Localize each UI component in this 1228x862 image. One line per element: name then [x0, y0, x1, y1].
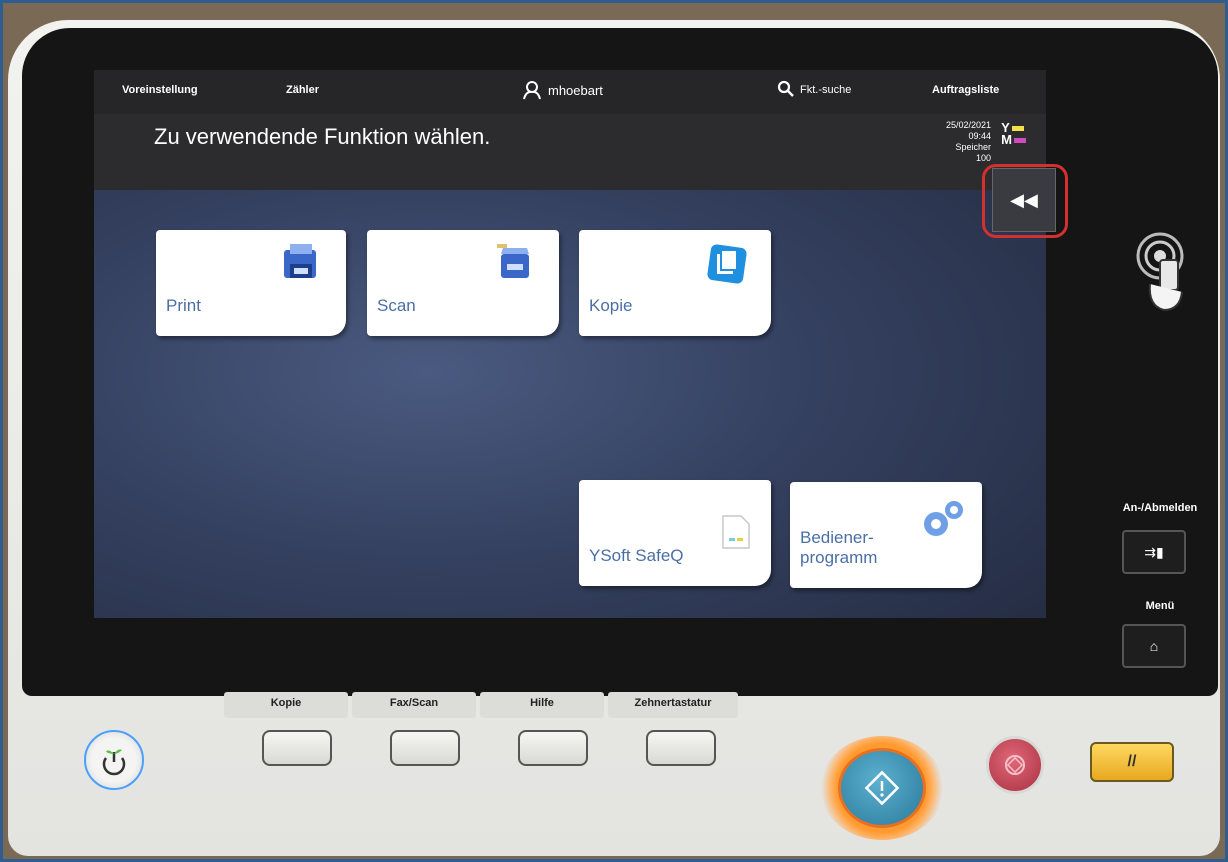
help-hw-label: Hilfe [480, 692, 604, 718]
admin-line2: programm [800, 548, 878, 567]
faxscan-hw-label: Fax/Scan [352, 692, 476, 718]
keypad-hw-button[interactable] [646, 730, 716, 766]
page-title: Zu verwendende Funktion wählen. [154, 124, 491, 149]
gear-icon [916, 496, 968, 549]
copy-hw-label: Kopie [224, 692, 348, 718]
document-icon [719, 514, 753, 555]
reset-button[interactable]: // [1090, 742, 1174, 782]
menu-button[interactable]: ⌂ [1122, 624, 1186, 668]
time-text: 09:44 [968, 131, 991, 141]
function-search-button[interactable]: Fkt.-suche [800, 84, 851, 96]
login-logout-button[interactable]: ⇉▮ [1122, 530, 1186, 574]
status-info: 25/02/2021 09:44 Speicher 100 [946, 120, 991, 164]
scan-label: Scan [377, 296, 416, 315]
printer-icon [280, 242, 324, 291]
print-tile[interactable]: Print [156, 230, 346, 336]
nfc-reader-icon [1130, 230, 1194, 319]
toner-m-label: M [1001, 132, 1012, 147]
menu-label: Menü [1145, 600, 1175, 612]
reset-icon: // [1127, 753, 1137, 770]
counter-button[interactable]: Zähler [286, 84, 319, 96]
admin-program-label: Bediener- programm [800, 528, 877, 568]
print-label: Print [166, 296, 201, 315]
scanner-icon [493, 242, 537, 291]
start-button[interactable] [838, 748, 926, 828]
job-list-button[interactable]: Auftragsliste [932, 84, 999, 96]
start-icon [864, 770, 900, 806]
login-icon: ⇉▮ [1144, 544, 1164, 560]
memory-label: Speicher [955, 142, 991, 152]
home-icon: ⌂ [1149, 638, 1159, 654]
power-button[interactable] [84, 730, 144, 790]
scan-tile[interactable]: Scan [367, 230, 559, 336]
date-text: 25/02/2021 [945, 120, 991, 130]
memory-value: 100 [975, 153, 991, 163]
stop-icon [1005, 755, 1025, 775]
login-logout-label: An-/Abmelden [1122, 502, 1198, 514]
copy-tile[interactable]: Kopie [579, 230, 771, 336]
copy-icon [705, 242, 749, 291]
admin-line1: Bediener- [800, 528, 874, 547]
admin-program-tile[interactable]: Bediener- programm [790, 482, 982, 588]
faxscan-hw-button[interactable] [390, 730, 460, 766]
preset-button[interactable]: Voreinstellung [122, 84, 198, 96]
user-name[interactable]: mhoebart [548, 83, 603, 98]
copy-label: Kopie [589, 296, 633, 315]
toner-y-bar [1011, 126, 1024, 132]
keypad-hw-label: Zehnertastatur [608, 692, 738, 718]
power-icon [102, 749, 126, 776]
top-bar: Voreinstellung Zähler mhoebart Fkt.-such… [94, 70, 1046, 114]
highlight-marker [982, 164, 1068, 238]
copy-hw-button[interactable] [262, 730, 332, 766]
toner-m-bar [1014, 138, 1026, 144]
touch-screen: Voreinstellung Zähler mhoebart Fkt.-such… [94, 70, 1046, 618]
search-icon[interactable] [777, 80, 795, 101]
ysoft-safeq-label: YSoft SafeQ [589, 546, 684, 565]
title-bar: Zu verwendende Funktion wählen. 25/02/20… [94, 114, 1046, 190]
ysoft-safeq-tile[interactable]: YSoft SafeQ [579, 480, 771, 586]
stop-button[interactable] [986, 736, 1044, 794]
help-hw-button[interactable] [518, 730, 588, 766]
user-icon [522, 80, 542, 103]
toner-levels: Y M [1001, 121, 1026, 147]
